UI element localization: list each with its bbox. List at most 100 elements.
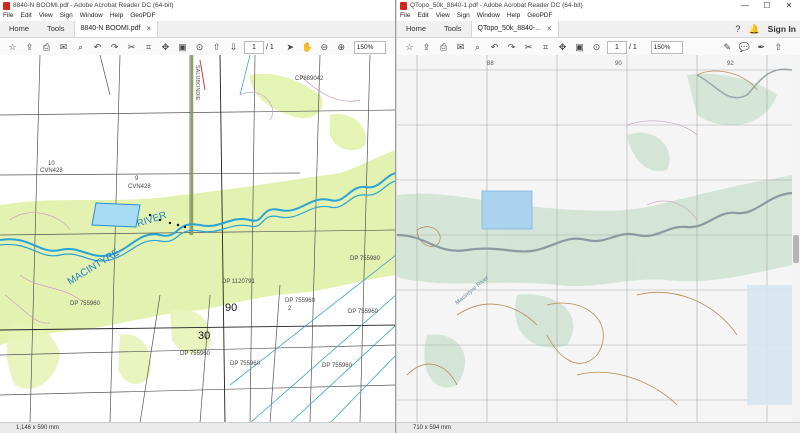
- maximize-icon[interactable]: ☐: [756, 0, 778, 11]
- zoom-in-icon[interactable]: ⊕: [333, 42, 350, 53]
- hand-tool-icon[interactable]: ✋: [299, 42, 316, 53]
- zoom-out-icon[interactable]: ⊖: [316, 42, 333, 53]
- menu-help[interactable]: Help: [507, 11, 520, 21]
- tab-tools[interactable]: Tools: [435, 21, 471, 37]
- page-total: / 1: [629, 43, 637, 51]
- left-title-bar: 8840-N BOOMI.pdf - Adobe Acrobat Reader …: [0, 0, 395, 11]
- upload-icon[interactable]: ⇪: [21, 42, 38, 53]
- parcel-label: DP 755960: [348, 309, 379, 315]
- parcel-label: DP 755960: [322, 363, 353, 369]
- search-icon[interactable]: ⌕: [469, 42, 486, 53]
- right-status-bar: 710 x 594 mm: [397, 422, 800, 433]
- right-menu-bar: File Edit View Sign Window Help GeoPDF: [397, 11, 800, 21]
- tab-document-label: QTopo_50k_8840-...: [477, 25, 541, 32]
- menu-geopdf[interactable]: GeoPDF: [130, 11, 155, 21]
- notification-bell-icon[interactable]: 🔔: [748, 24, 759, 35]
- comment-icon[interactable]: 💬: [736, 42, 753, 53]
- tab-document[interactable]: 8840-N BOOMI.pdf ×: [73, 21, 159, 37]
- window-controls: — ☐ ✕: [734, 0, 800, 11]
- parcel-label: DP 755960: [285, 298, 316, 304]
- undo-icon[interactable]: ↶: [486, 42, 503, 53]
- menu-view[interactable]: View: [436, 11, 450, 21]
- road-label: SALUBONDIE: [194, 65, 200, 101]
- crop-icon[interactable]: ⌗: [537, 42, 554, 53]
- sign-in-button[interactable]: Sign In: [768, 24, 796, 34]
- grid-label-88: 88: [487, 61, 494, 67]
- binoculars-icon[interactable]: ⊙: [191, 42, 208, 53]
- upload-icon[interactable]: ⇪: [418, 42, 435, 53]
- right-tab-bar: Home Tools QTopo_50k_8840-... × ? 🔔 Sign…: [397, 21, 800, 38]
- edit-pen-icon[interactable]: ✎: [719, 42, 736, 53]
- email-icon[interactable]: ✉: [452, 42, 469, 53]
- redo-icon[interactable]: ↷: [106, 42, 123, 53]
- parcel-label: DP 755960: [180, 351, 211, 357]
- zoom-level-select[interactable]: 150%: [650, 40, 683, 54]
- right-document-view[interactable]: 88 90 92 Macintyre River: [397, 55, 792, 423]
- help-icon[interactable]: ?: [735, 24, 740, 34]
- undo-icon[interactable]: ↶: [89, 42, 106, 53]
- binoculars-icon[interactable]: ⊙: [588, 42, 605, 53]
- search-icon[interactable]: ⌕: [72, 42, 89, 53]
- right-window-title: QTopo_50k_8840-1.pdf - Adobe Acrobat Rea…: [410, 2, 583, 9]
- right-title-bar: QTopo_50k_8840-1.pdf - Adobe Acrobat Rea…: [397, 0, 800, 11]
- menu-sign[interactable]: Sign: [457, 11, 470, 21]
- pan-icon[interactable]: ✥: [157, 42, 174, 53]
- left-window-title: 8840-N BOOMI.pdf - Adobe Acrobat Reader …: [13, 2, 174, 9]
- vertical-scrollbar[interactable]: [792, 55, 800, 423]
- acrobat-icon: [400, 1, 407, 10]
- parcel-label: DP 755960: [70, 301, 101, 307]
- menu-edit[interactable]: Edit: [417, 11, 428, 21]
- right-acrobat-window: QTopo_50k_8840-1.pdf - Adobe Acrobat Rea…: [397, 0, 800, 433]
- tab-home[interactable]: Home: [397, 21, 435, 37]
- bookmark-star-icon[interactable]: ☆: [401, 42, 418, 53]
- parcel-label: DP 1120791: [222, 279, 255, 285]
- left-tab-bar: Home Tools 8840-N BOOMI.pdf ×: [0, 21, 395, 38]
- left-status-bar: 1,146 x 590 mm: [0, 422, 395, 433]
- left-document-view[interactable]: 10 CVN428 9 CVN428 CP889042 DP 755980 DP…: [0, 55, 395, 423]
- menu-help[interactable]: Help: [110, 11, 123, 21]
- menu-window[interactable]: Window: [80, 11, 103, 21]
- scissors-icon[interactable]: ✂: [123, 42, 140, 53]
- crop-icon[interactable]: ⌗: [140, 42, 157, 53]
- share-icon[interactable]: ⇧: [770, 42, 787, 53]
- close-window-icon[interactable]: ✕: [778, 0, 800, 11]
- parcel-label: CVN428: [128, 184, 151, 190]
- menu-view[interactable]: View: [39, 11, 53, 21]
- tab-document-label: 8840-N BOOMI.pdf: [80, 25, 141, 32]
- parcel-label: 10: [48, 161, 55, 167]
- right-topo-map: 88 90 92 Macintyre River: [397, 55, 792, 423]
- menu-window[interactable]: Window: [477, 11, 500, 21]
- select-cursor-icon[interactable]: ➤: [282, 42, 299, 53]
- snapshot-icon[interactable]: ▣: [571, 42, 588, 53]
- menu-geopdf[interactable]: GeoPDF: [527, 11, 552, 21]
- close-tab-icon[interactable]: ×: [547, 21, 552, 37]
- left-acrobat-window: 8840-N BOOMI.pdf - Adobe Acrobat Reader …: [0, 0, 396, 433]
- page-number-input[interactable]: 1: [607, 40, 627, 54]
- snapshot-icon[interactable]: ▣: [174, 42, 191, 53]
- page-number-input[interactable]: 1: [244, 40, 264, 54]
- grid-label-90: 90: [225, 302, 237, 314]
- zoom-level-select[interactable]: 150%: [353, 40, 386, 54]
- redo-icon[interactable]: ↷: [503, 42, 520, 53]
- page-down-icon[interactable]: ⇩: [225, 42, 242, 53]
- email-icon[interactable]: ✉: [55, 42, 72, 53]
- print-icon[interactable]: ⎙: [435, 42, 452, 53]
- menu-edit[interactable]: Edit: [20, 11, 31, 21]
- parcel-label: CVN428: [40, 168, 63, 174]
- menu-file[interactable]: File: [400, 11, 410, 21]
- pan-icon[interactable]: ✥: [554, 42, 571, 53]
- highlight-icon[interactable]: ✒: [753, 42, 770, 53]
- minimize-icon[interactable]: —: [734, 0, 756, 11]
- scissors-icon[interactable]: ✂: [520, 42, 537, 53]
- tab-document[interactable]: QTopo_50k_8840-... ×: [470, 21, 559, 37]
- menu-sign[interactable]: Sign: [60, 11, 73, 21]
- print-icon[interactable]: ⎙: [38, 42, 55, 53]
- bookmark-star-icon[interactable]: ☆: [4, 42, 21, 53]
- tab-home[interactable]: Home: [0, 21, 38, 37]
- scrollbar-thumb[interactable]: [793, 235, 799, 263]
- page-up-icon[interactable]: ⇧: [208, 42, 225, 53]
- menu-file[interactable]: File: [3, 11, 13, 21]
- page-total: / 1: [266, 43, 274, 51]
- tab-tools[interactable]: Tools: [38, 21, 74, 37]
- close-tab-icon[interactable]: ×: [146, 21, 151, 37]
